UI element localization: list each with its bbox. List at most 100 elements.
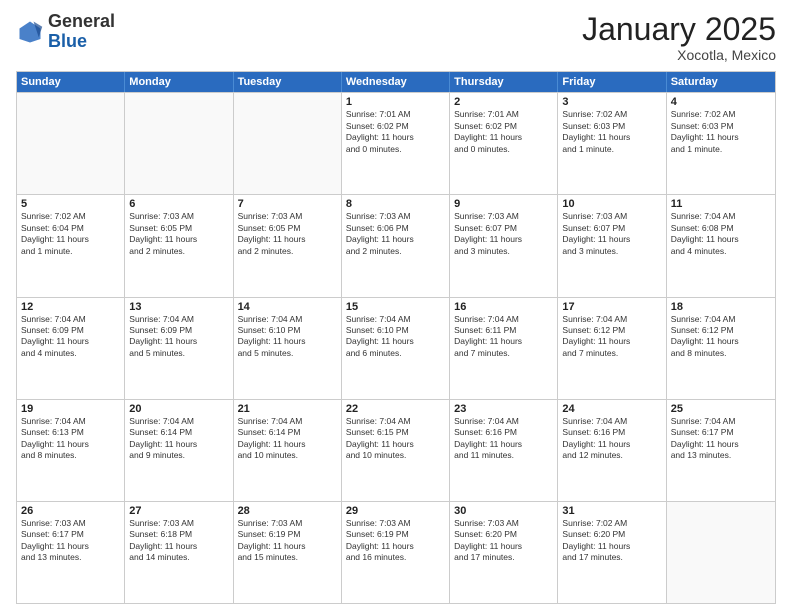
calendar-body: 1Sunrise: 7:01 AM Sunset: 6:02 PM Daylig… — [17, 92, 775, 603]
day-number: 26 — [21, 505, 120, 517]
day-number: 4 — [671, 96, 771, 108]
day-info: Sunrise: 7:04 AM Sunset: 6:10 PM Dayligh… — [346, 314, 445, 360]
day-cell-2: 2Sunrise: 7:01 AM Sunset: 6:02 PM Daylig… — [450, 93, 558, 194]
day-cell-25: 25Sunrise: 7:04 AM Sunset: 6:17 PM Dayli… — [667, 400, 775, 501]
day-cell-22: 22Sunrise: 7:04 AM Sunset: 6:15 PM Dayli… — [342, 400, 450, 501]
day-cell-20: 20Sunrise: 7:04 AM Sunset: 6:14 PM Dayli… — [125, 400, 233, 501]
day-number: 13 — [129, 301, 228, 313]
header-day-tuesday: Tuesday — [234, 72, 342, 92]
day-number: 23 — [454, 403, 553, 415]
day-info: Sunrise: 7:04 AM Sunset: 6:12 PM Dayligh… — [671, 314, 771, 360]
calendar-week-4: 19Sunrise: 7:04 AM Sunset: 6:13 PM Dayli… — [17, 399, 775, 501]
day-info: Sunrise: 7:04 AM Sunset: 6:17 PM Dayligh… — [671, 416, 771, 462]
day-info: Sunrise: 7:03 AM Sunset: 6:05 PM Dayligh… — [129, 211, 228, 257]
logo-general: General — [48, 11, 115, 31]
day-cell-16: 16Sunrise: 7:04 AM Sunset: 6:11 PM Dayli… — [450, 298, 558, 399]
day-info: Sunrise: 7:03 AM Sunset: 6:07 PM Dayligh… — [454, 211, 553, 257]
day-cell-31: 31Sunrise: 7:02 AM Sunset: 6:20 PM Dayli… — [558, 502, 666, 603]
day-cell-21: 21Sunrise: 7:04 AM Sunset: 6:14 PM Dayli… — [234, 400, 342, 501]
day-info: Sunrise: 7:03 AM Sunset: 6:19 PM Dayligh… — [238, 518, 337, 564]
day-info: Sunrise: 7:02 AM Sunset: 6:03 PM Dayligh… — [562, 109, 661, 155]
day-number: 7 — [238, 198, 337, 210]
month-title: January 2025 — [582, 12, 776, 47]
day-cell-1: 1Sunrise: 7:01 AM Sunset: 6:02 PM Daylig… — [342, 93, 450, 194]
day-number: 16 — [454, 301, 553, 313]
day-info: Sunrise: 7:04 AM Sunset: 6:16 PM Dayligh… — [562, 416, 661, 462]
day-cell-8: 8Sunrise: 7:03 AM Sunset: 6:06 PM Daylig… — [342, 195, 450, 296]
empty-cell — [17, 93, 125, 194]
calendar-week-2: 5Sunrise: 7:02 AM Sunset: 6:04 PM Daylig… — [17, 194, 775, 296]
day-number: 25 — [671, 403, 771, 415]
day-info: Sunrise: 7:04 AM Sunset: 6:15 PM Dayligh… — [346, 416, 445, 462]
day-info: Sunrise: 7:04 AM Sunset: 6:10 PM Dayligh… — [238, 314, 337, 360]
header-day-monday: Monday — [125, 72, 233, 92]
day-info: Sunrise: 7:04 AM Sunset: 6:09 PM Dayligh… — [21, 314, 120, 360]
day-number: 27 — [129, 505, 228, 517]
day-number: 31 — [562, 505, 661, 517]
day-info: Sunrise: 7:02 AM Sunset: 6:03 PM Dayligh… — [671, 109, 771, 155]
day-info: Sunrise: 7:02 AM Sunset: 6:04 PM Dayligh… — [21, 211, 120, 257]
calendar-header-row: SundayMondayTuesdayWednesdayThursdayFrid… — [17, 72, 775, 92]
day-cell-11: 11Sunrise: 7:04 AM Sunset: 6:08 PM Dayli… — [667, 195, 775, 296]
day-info: Sunrise: 7:03 AM Sunset: 6:06 PM Dayligh… — [346, 211, 445, 257]
day-info: Sunrise: 7:04 AM Sunset: 6:11 PM Dayligh… — [454, 314, 553, 360]
day-cell-29: 29Sunrise: 7:03 AM Sunset: 6:19 PM Dayli… — [342, 502, 450, 603]
header-day-thursday: Thursday — [450, 72, 558, 92]
day-cell-18: 18Sunrise: 7:04 AM Sunset: 6:12 PM Dayli… — [667, 298, 775, 399]
day-number: 28 — [238, 505, 337, 517]
day-cell-3: 3Sunrise: 7:02 AM Sunset: 6:03 PM Daylig… — [558, 93, 666, 194]
day-cell-7: 7Sunrise: 7:03 AM Sunset: 6:05 PM Daylig… — [234, 195, 342, 296]
calendar-week-3: 12Sunrise: 7:04 AM Sunset: 6:09 PM Dayli… — [17, 297, 775, 399]
day-info: Sunrise: 7:04 AM Sunset: 6:14 PM Dayligh… — [129, 416, 228, 462]
calendar-week-5: 26Sunrise: 7:03 AM Sunset: 6:17 PM Dayli… — [17, 501, 775, 603]
day-info: Sunrise: 7:03 AM Sunset: 6:18 PM Dayligh… — [129, 518, 228, 564]
logo-blue: Blue — [48, 31, 87, 51]
calendar-week-1: 1Sunrise: 7:01 AM Sunset: 6:02 PM Daylig… — [17, 92, 775, 194]
day-cell-28: 28Sunrise: 7:03 AM Sunset: 6:19 PM Dayli… — [234, 502, 342, 603]
day-cell-12: 12Sunrise: 7:04 AM Sunset: 6:09 PM Dayli… — [17, 298, 125, 399]
day-number: 15 — [346, 301, 445, 313]
logo-text: General Blue — [48, 12, 115, 52]
empty-cell — [125, 93, 233, 194]
page: General Blue January 2025 Xocotla, Mexic… — [0, 0, 792, 612]
day-cell-27: 27Sunrise: 7:03 AM Sunset: 6:18 PM Dayli… — [125, 502, 233, 603]
day-info: Sunrise: 7:04 AM Sunset: 6:08 PM Dayligh… — [671, 211, 771, 257]
logo-icon — [16, 18, 44, 46]
header: General Blue January 2025 Xocotla, Mexic… — [16, 12, 776, 63]
location-title: Xocotla, Mexico — [582, 47, 776, 63]
day-cell-10: 10Sunrise: 7:03 AM Sunset: 6:07 PM Dayli… — [558, 195, 666, 296]
day-cell-15: 15Sunrise: 7:04 AM Sunset: 6:10 PM Dayli… — [342, 298, 450, 399]
day-number: 1 — [346, 96, 445, 108]
day-info: Sunrise: 7:03 AM Sunset: 6:05 PM Dayligh… — [238, 211, 337, 257]
calendar: SundayMondayTuesdayWednesdayThursdayFrid… — [16, 71, 776, 604]
day-cell-24: 24Sunrise: 7:04 AM Sunset: 6:16 PM Dayli… — [558, 400, 666, 501]
day-number: 8 — [346, 198, 445, 210]
day-number: 3 — [562, 96, 661, 108]
title-block: January 2025 Xocotla, Mexico — [582, 12, 776, 63]
day-info: Sunrise: 7:04 AM Sunset: 6:12 PM Dayligh… — [562, 314, 661, 360]
day-info: Sunrise: 7:04 AM Sunset: 6:09 PM Dayligh… — [129, 314, 228, 360]
day-number: 30 — [454, 505, 553, 517]
day-info: Sunrise: 7:03 AM Sunset: 6:20 PM Dayligh… — [454, 518, 553, 564]
day-number: 5 — [21, 198, 120, 210]
day-cell-26: 26Sunrise: 7:03 AM Sunset: 6:17 PM Dayli… — [17, 502, 125, 603]
day-number: 29 — [346, 505, 445, 517]
day-cell-13: 13Sunrise: 7:04 AM Sunset: 6:09 PM Dayli… — [125, 298, 233, 399]
day-number: 14 — [238, 301, 337, 313]
day-number: 18 — [671, 301, 771, 313]
header-day-wednesday: Wednesday — [342, 72, 450, 92]
day-number: 20 — [129, 403, 228, 415]
header-day-sunday: Sunday — [17, 72, 125, 92]
header-day-saturday: Saturday — [667, 72, 775, 92]
day-info: Sunrise: 7:01 AM Sunset: 6:02 PM Dayligh… — [346, 109, 445, 155]
day-number: 11 — [671, 198, 771, 210]
day-number: 21 — [238, 403, 337, 415]
day-number: 6 — [129, 198, 228, 210]
day-number: 12 — [21, 301, 120, 313]
day-number: 22 — [346, 403, 445, 415]
day-number: 9 — [454, 198, 553, 210]
header-day-friday: Friday — [558, 72, 666, 92]
day-info: Sunrise: 7:04 AM Sunset: 6:13 PM Dayligh… — [21, 416, 120, 462]
day-cell-9: 9Sunrise: 7:03 AM Sunset: 6:07 PM Daylig… — [450, 195, 558, 296]
day-info: Sunrise: 7:04 AM Sunset: 6:14 PM Dayligh… — [238, 416, 337, 462]
